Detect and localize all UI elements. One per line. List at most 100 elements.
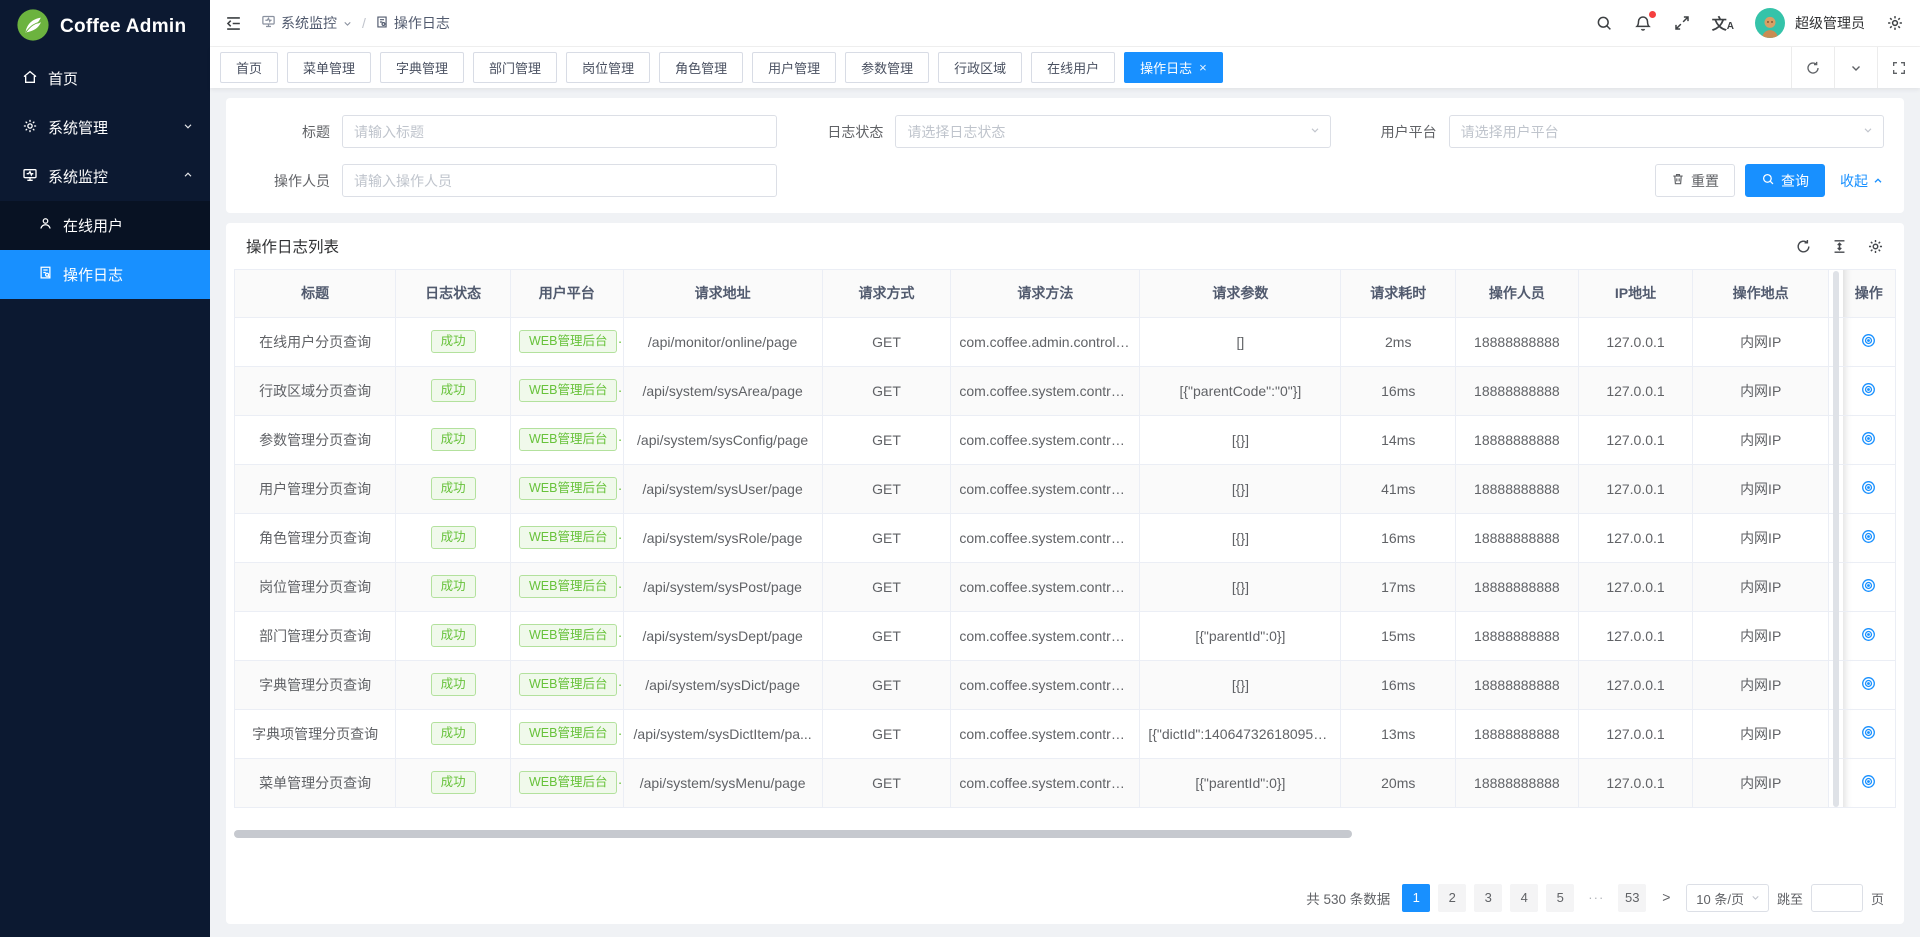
cell-params: [{}] — [1140, 513, 1341, 562]
cell-duration: 15ms — [1341, 611, 1456, 660]
operator-input-box[interactable] — [354, 173, 765, 189]
tab-用户管理[interactable]: 用户管理 — [752, 52, 836, 83]
tab-首页[interactable]: 首页 — [220, 52, 278, 83]
query-button[interactable]: 查询 — [1745, 164, 1825, 197]
cell-url: /api/system/sysDictItem/pa... — [623, 709, 822, 758]
cell-title: 用户管理分页查询 — [235, 464, 396, 513]
breadcrumb-separator: / — [362, 15, 366, 31]
platform-tag: WEB管理后台 — [519, 330, 617, 353]
collapse-sidebar-icon[interactable] — [224, 14, 243, 33]
cell-params: [{}] — [1140, 660, 1341, 709]
cell-location: 内网IP — [1693, 317, 1829, 366]
page-button-1[interactable]: 1 — [1402, 884, 1430, 912]
title-field-label: 标题 — [246, 122, 342, 142]
log-table-body: 在线用户分页查询成功WEB管理后台/api/monitor/online/pag… — [235, 317, 1895, 807]
cell-title: 在线用户分页查询 — [235, 317, 396, 366]
tab-菜单管理[interactable]: 菜单管理 — [287, 52, 371, 83]
sidebar-item-home[interactable]: 首页 — [0, 54, 210, 103]
cell-handler: com.coffee.system.controlle... — [951, 415, 1140, 464]
platform-tag: WEB管理后台 — [519, 379, 617, 402]
cell-url: /api/system/sysDict/page — [623, 660, 822, 709]
next-page-button[interactable]: > — [1654, 884, 1678, 912]
title-input[interactable] — [342, 115, 777, 148]
sidebar-item-label: 操作日志 — [63, 264, 194, 285]
jump-label: 跳至 — [1777, 889, 1803, 908]
column-settings-gear-icon[interactable] — [1867, 238, 1884, 255]
horizontal-scrollbar[interactable] — [234, 830, 1352, 838]
user-platform-select[interactable]: 请选择用户平台 — [1449, 115, 1884, 148]
search-form-card: 标题 日志状态 请选择日志状态 — [226, 98, 1904, 213]
reset-button[interactable]: 重置 — [1655, 164, 1735, 197]
col-request-url: 请求地址 — [623, 270, 822, 317]
table-card-header: 操作日志列表 — [226, 223, 1904, 269]
page-button-2[interactable]: 2 — [1438, 884, 1466, 912]
cell-operator: 18888888888 — [1456, 709, 1579, 758]
page-button-53[interactable]: 53 — [1618, 884, 1646, 912]
row-density-icon[interactable] — [1831, 238, 1848, 255]
tab-字典管理[interactable]: 字典管理 — [380, 52, 464, 83]
log-table-head: 标题 日志状态 用户平台 请求地址 请求方式 请求方法 请求参数 请求耗时 操作… — [235, 270, 1895, 317]
sidebar-item-system-mgmt[interactable]: 系统管理 — [0, 103, 210, 152]
log-status-select[interactable]: 请选择日志状态 — [895, 115, 1330, 148]
view-detail-button[interactable] — [1843, 415, 1895, 464]
settings-gear-icon[interactable] — [1886, 14, 1904, 32]
cell-status: 成功 — [396, 366, 511, 415]
page-button-4[interactable]: 4 — [1510, 884, 1538, 912]
sidebar-item-online-users[interactable]: 在线用户 — [0, 201, 210, 250]
current-user-name[interactable]: 超级管理员 — [1795, 13, 1865, 33]
cell-location: 内网IP — [1693, 562, 1829, 611]
tab-menu-chevron-icon[interactable] — [1834, 47, 1877, 88]
fullscreen-icon[interactable] — [1673, 14, 1691, 32]
tab-参数管理[interactable]: 参数管理 — [845, 52, 929, 83]
tab-close-icon[interactable]: × — [1199, 61, 1207, 74]
translate-icon[interactable]: 文A — [1712, 13, 1734, 34]
page-size-select[interactable]: 10 条/页 — [1686, 884, 1769, 912]
cell-status: 成功 — [396, 415, 511, 464]
view-detail-button[interactable] — [1843, 366, 1895, 415]
platform-tag: WEB管理后台 — [519, 722, 617, 745]
notification-bell-icon[interactable] — [1634, 14, 1652, 32]
refresh-tab-icon[interactable] — [1791, 47, 1834, 88]
view-detail-button[interactable] — [1843, 611, 1895, 660]
view-detail-button[interactable] — [1843, 709, 1895, 758]
view-detail-button[interactable] — [1843, 758, 1895, 807]
view-detail-button[interactable] — [1843, 317, 1895, 366]
tab-角色管理[interactable]: 角色管理 — [659, 52, 743, 83]
tab-在线用户[interactable]: 在线用户 — [1031, 52, 1115, 83]
page-button-3[interactable]: 3 — [1474, 884, 1502, 912]
title-input-box[interactable] — [354, 124, 765, 140]
maximize-content-icon[interactable] — [1877, 47, 1920, 88]
status-tag: 成功 — [431, 771, 476, 794]
sidebar-item-operation-logs[interactable]: 操作日志 — [0, 250, 210, 299]
platform-tag: WEB管理后台 — [519, 575, 617, 598]
cell-location: 内网IP — [1693, 415, 1829, 464]
sidebar: Coffee Admin 首页 系统管理 — [0, 0, 210, 937]
vertical-scrollbar[interactable] — [1833, 271, 1839, 807]
cell-status: 成功 — [396, 660, 511, 709]
tab-操作日志[interactable]: 操作日志× — [1124, 52, 1223, 83]
view-detail-button[interactable] — [1843, 513, 1895, 562]
view-detail-button[interactable] — [1843, 464, 1895, 513]
search-icon[interactable] — [1595, 14, 1613, 32]
refresh-table-icon[interactable] — [1795, 238, 1812, 255]
avatar[interactable] — [1755, 8, 1785, 38]
tab-岗位管理[interactable]: 岗位管理 — [566, 52, 650, 83]
jump-page-input[interactable] — [1811, 884, 1863, 912]
sidebar-item-system-monitor[interactable]: 系统监控 — [0, 152, 210, 201]
app-logo[interactable]: Coffee Admin — [0, 0, 210, 54]
breadcrumb-root[interactable]: 系统监控 — [261, 13, 353, 33]
collapse-form-link[interactable]: 收起 — [1840, 171, 1884, 191]
tab-label: 行政区域 — [954, 58, 1006, 77]
tab-部门管理[interactable]: 部门管理 — [473, 52, 557, 83]
platform-tag: WEB管理后台 — [519, 477, 617, 500]
operator-input[interactable] — [342, 164, 777, 197]
cell-operator: 18888888888 — [1456, 317, 1579, 366]
view-detail-button[interactable] — [1843, 562, 1895, 611]
app-root: Coffee Admin 首页 系统管理 — [0, 0, 1920, 937]
user-platform-field-label: 用户平台 — [1353, 122, 1449, 142]
topbar-actions: 文A 超级管理员 — [1595, 8, 1904, 38]
tab-行政区域[interactable]: 行政区域 — [938, 52, 1022, 83]
page-button-5[interactable]: 5 — [1546, 884, 1574, 912]
log-table: 标题 日志状态 用户平台 请求地址 请求方式 请求方法 请求参数 请求耗时 操作… — [235, 270, 1895, 808]
view-detail-button[interactable] — [1843, 660, 1895, 709]
